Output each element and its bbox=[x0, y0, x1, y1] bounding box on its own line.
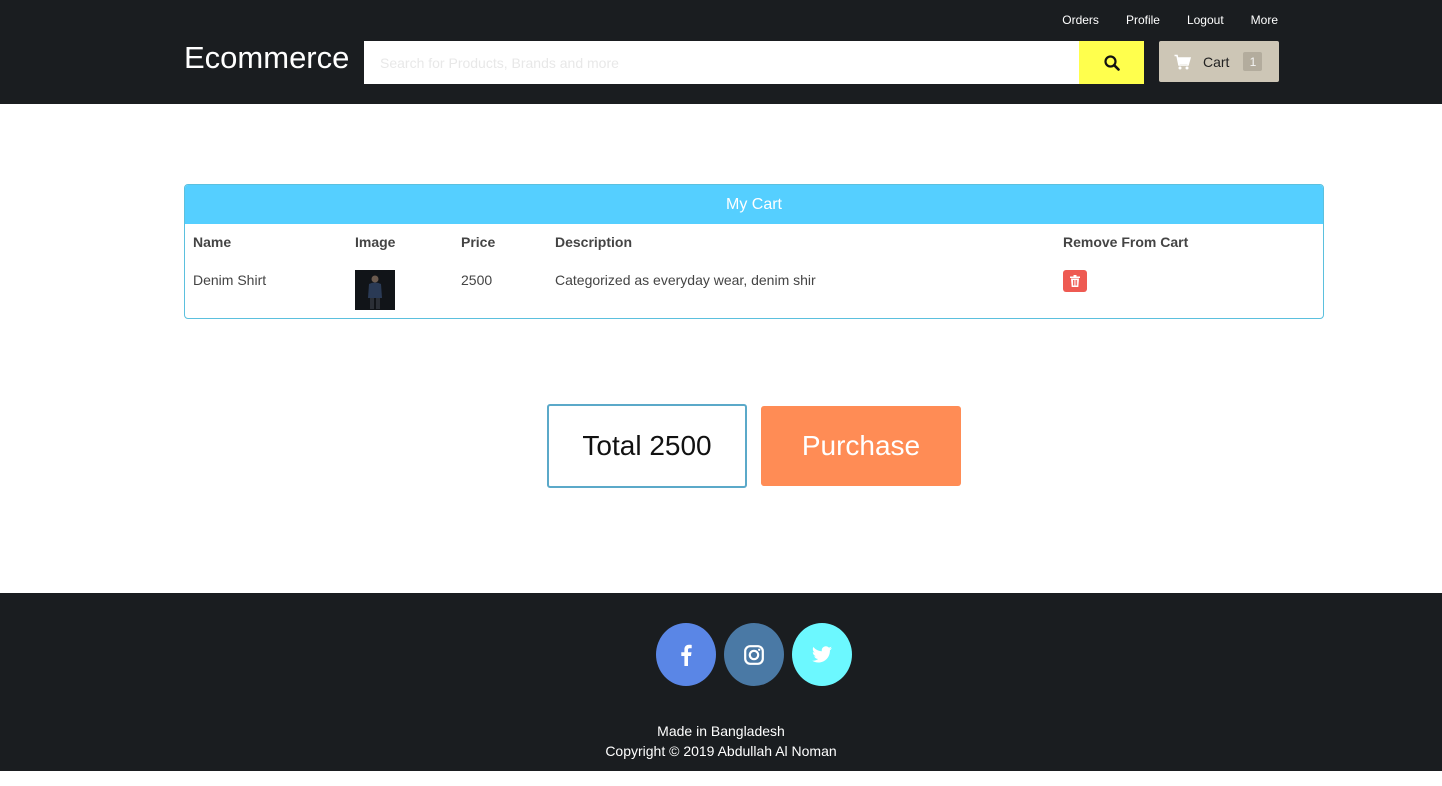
column-header-description: Description bbox=[555, 234, 633, 250]
column-header-price: Price bbox=[461, 234, 496, 250]
cart-count-badge: 1 bbox=[1243, 52, 1263, 71]
cart-button[interactable]: Cart 1 bbox=[1159, 41, 1279, 82]
site-footer: Made in Bangladesh Copyright © 2019 Abdu… bbox=[0, 593, 1442, 771]
product-price: 2500 bbox=[461, 272, 493, 288]
copyright-text: Copyright © 2019 Abdullah Al Noman bbox=[605, 743, 837, 759]
product-description: Categorized as everyday wear, denim shir bbox=[555, 272, 816, 288]
total-display: Total 2500 bbox=[547, 404, 747, 488]
cart-label: Cart bbox=[1203, 53, 1230, 70]
twitter-link[interactable] bbox=[792, 623, 852, 686]
cart-icon bbox=[1174, 54, 1191, 69]
nav-profile[interactable]: Profile bbox=[1126, 12, 1160, 28]
nav-logout[interactable]: Logout bbox=[1187, 12, 1224, 28]
column-header-image: Image bbox=[355, 234, 396, 250]
product-image bbox=[355, 270, 395, 310]
instagram-icon bbox=[744, 644, 764, 665]
product-name: Denim Shirt bbox=[193, 272, 267, 288]
facebook-icon bbox=[681, 644, 692, 666]
site-header: Orders Profile Logout More Ecommerce Car… bbox=[0, 0, 1442, 104]
search-bar bbox=[364, 41, 1144, 84]
search-input[interactable] bbox=[364, 41, 1079, 84]
instagram-link[interactable] bbox=[724, 623, 784, 686]
made-in-text: Made in Bangladesh bbox=[657, 723, 785, 739]
search-icon bbox=[1103, 54, 1120, 71]
brand-logo[interactable]: Ecommerce bbox=[184, 40, 349, 76]
trash-icon bbox=[1070, 275, 1080, 287]
cart-panel-title: My Cart bbox=[185, 185, 1323, 224]
social-links bbox=[656, 623, 852, 686]
nav-more[interactable]: More bbox=[1251, 12, 1278, 28]
cart-panel: My Cart Name Image Price Description Rem… bbox=[184, 184, 1324, 319]
remove-from-cart-button[interactable] bbox=[1063, 270, 1087, 292]
column-header-remove: Remove From Cart bbox=[1063, 234, 1189, 250]
product-photo bbox=[355, 270, 395, 310]
purchase-button[interactable]: Purchase bbox=[761, 406, 961, 486]
facebook-link[interactable] bbox=[656, 623, 716, 686]
nav-orders[interactable]: Orders bbox=[1062, 12, 1099, 28]
search-button[interactable] bbox=[1079, 41, 1144, 84]
top-nav: Orders Profile Logout More bbox=[1035, 12, 1278, 28]
column-header-name: Name bbox=[193, 234, 232, 250]
twitter-icon bbox=[812, 646, 832, 663]
